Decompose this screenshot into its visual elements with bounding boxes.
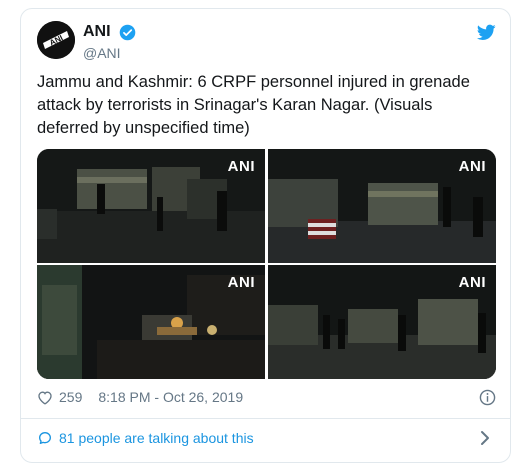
media-photo-1[interactable]: ANI [37,149,265,263]
comment-bubble-icon [39,432,51,444]
ani-watermark: ANI [227,158,255,175]
talking-count-text[interactable]: 81 people are talking about this [59,430,254,446]
conversation-link[interactable]: 81 people are talking about this [37,430,254,446]
ani-watermark: ANI [458,158,486,175]
verified-icon [119,24,136,41]
author-name[interactable]: ANI [83,23,111,41]
ani-watermark: ANI [227,274,255,291]
twitter-bird-icon[interactable] [477,24,496,41]
avatar[interactable]: ANI [37,21,75,59]
media-photo-2[interactable]: ANI [268,149,496,263]
author-handle[interactable]: @ANI [83,45,121,61]
tweet-card[interactable]: ANI ANI @ANI Jammu and Kashmir: 6 CRPF p… [20,8,511,463]
media-photo-3[interactable]: ANI [37,265,265,379]
ani-watermark: ANI [458,274,486,291]
heart-icon[interactable] [37,390,53,405]
divider [21,418,510,419]
info-icon[interactable] [479,389,496,406]
timestamp[interactable]: 8:18 PM - Oct 26, 2019 [98,389,243,405]
chevron-right-icon[interactable] [479,430,491,446]
like-count[interactable]: 259 [59,389,82,405]
media-photo-4[interactable]: ANI [268,265,496,379]
tweet-meta: 259 8:18 PM - Oct 26, 2019 [37,389,243,405]
media-grid[interactable]: ANI ANI ANI ANI [37,149,496,379]
tweet-text: Jammu and Kashmir: 6 CRPF personnel inju… [37,73,470,137]
